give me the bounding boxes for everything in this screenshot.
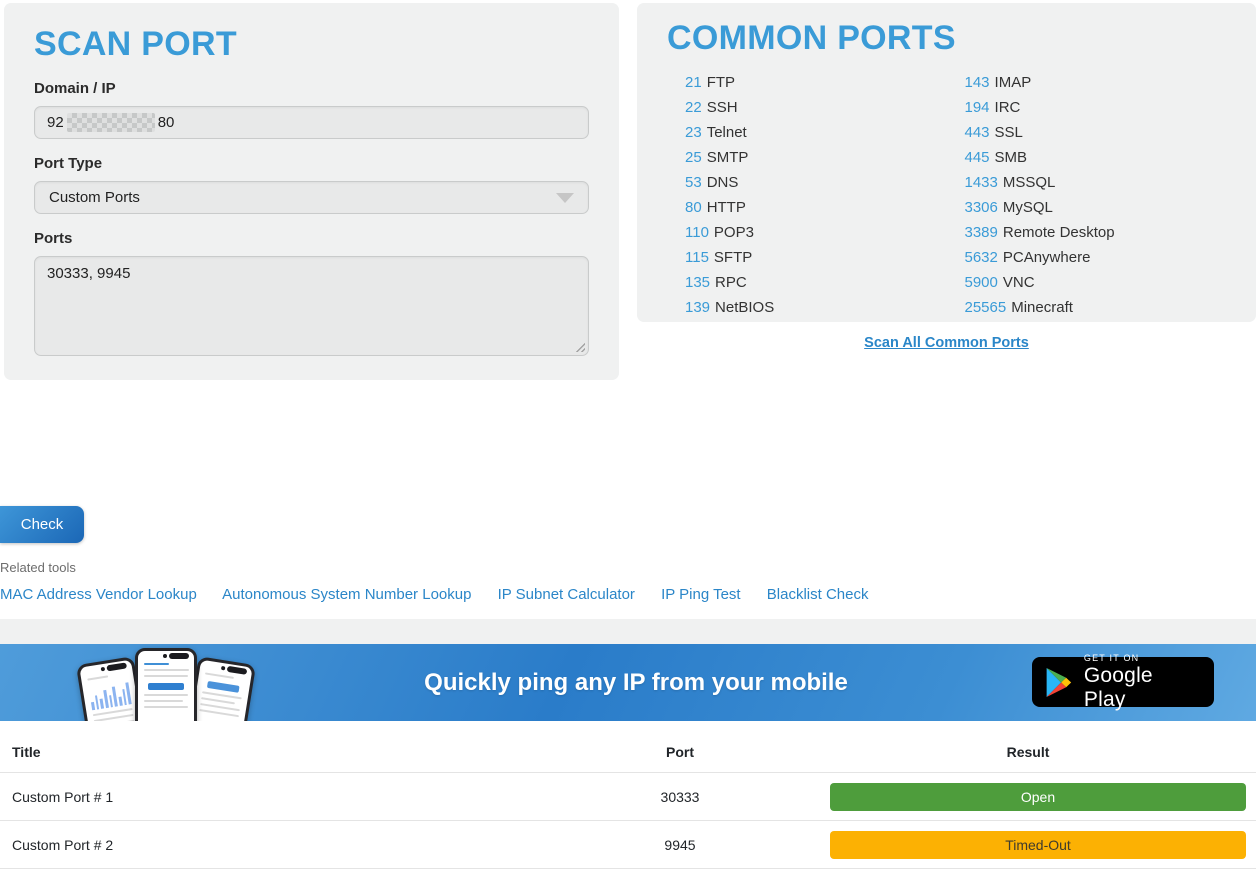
common-ports-column: COMMON PORTS 21FTP 22SSH 23Telnet 25SMTP… <box>637 3 1256 351</box>
port-type-label: Port Type <box>34 155 589 172</box>
row-title: Custom Port # 2 <box>0 837 560 853</box>
top-panels: SCAN PORT Domain / IP 92 80 Port Type Cu… <box>0 0 1256 380</box>
redacted-ip-segment <box>67 113 155 132</box>
google-play-badge-text: GET IT ON Google Play <box>1084 653 1200 712</box>
results-table-header: Title Port Result <box>0 721 1256 773</box>
common-port-item: 21FTP <box>685 70 947 95</box>
resize-handle-icon[interactable] <box>574 341 585 352</box>
google-play-icon <box>1046 668 1073 697</box>
domain-ip-input[interactable]: 92 80 <box>34 106 589 139</box>
link-autonomous-system-number-lookup[interactable]: Autonomous System Number Lookup <box>222 586 471 603</box>
chevron-down-icon <box>556 193 574 203</box>
common-port-item: 115SFTP <box>685 245 947 270</box>
domain-ip-value-suffix: 80 <box>158 114 175 131</box>
common-port-item: 143IMAP <box>965 70 1227 95</box>
common-port-item: 80HTTP <box>685 195 947 220</box>
common-port-item: 1433MSSQL <box>965 170 1227 195</box>
common-port-item: 139NetBIOS <box>685 295 947 320</box>
common-port-item: 25SMTP <box>685 145 947 170</box>
section-divider-strip <box>0 619 1256 644</box>
port-type-selected-value: Custom Ports <box>49 189 140 206</box>
domain-ip-value-prefix: 92 <box>47 114 64 131</box>
phone-mockup-middle <box>135 648 197 721</box>
common-port-item: 443SSL <box>965 120 1227 145</box>
scan-port-title: SCAN PORT <box>34 25 589 64</box>
scan-port-panel: SCAN PORT Domain / IP 92 80 Port Type Cu… <box>4 3 619 380</box>
common-port-item: 5900VNC <box>965 270 1227 295</box>
related-tools-label: Related tools <box>0 560 1256 575</box>
domain-ip-label: Domain / IP <box>34 80 589 97</box>
status-badge-open: Open <box>830 783 1246 811</box>
scan-all-common-ports-link[interactable]: Scan All Common Ports <box>637 335 1256 351</box>
port-type-select[interactable]: Custom Ports <box>34 181 589 214</box>
table-row: Custom Port # 1 30333 Open <box>0 773 1256 821</box>
promo-banner: Quickly ping any IP from your mobile GET… <box>0 644 1256 721</box>
common-port-item: 5632PCAnywhere <box>965 245 1227 270</box>
common-port-item: 135RPC <box>685 270 947 295</box>
related-tools-links: MAC Address Vendor Lookup Autonomous Sys… <box>0 586 1256 603</box>
common-ports-panel: COMMON PORTS 21FTP 22SSH 23Telnet 25SMTP… <box>637 3 1256 322</box>
google-play-text: Google Play <box>1084 664 1200 712</box>
common-port-item: 3389Remote Desktop <box>965 220 1227 245</box>
common-ports-left-column: 21FTP 22SSH 23Telnet 25SMTP 53DNS 80HTTP… <box>667 70 947 320</box>
common-port-item: 25565Minecraft <box>965 295 1227 320</box>
banner-headline: Quickly ping any IP from your mobile <box>424 669 848 697</box>
link-mac-address-vendor-lookup[interactable]: MAC Address Vendor Lookup <box>0 586 197 603</box>
mobile-app-phones-image <box>85 648 250 721</box>
link-blacklist-check[interactable]: Blacklist Check <box>767 586 869 603</box>
header-result: Result <box>800 744 1256 760</box>
header-port: Port <box>560 744 800 760</box>
common-port-item: 53DNS <box>685 170 947 195</box>
common-port-item: 110POP3 <box>685 220 947 245</box>
link-ip-subnet-calculator[interactable]: IP Subnet Calculator <box>498 586 635 603</box>
row-port: 30333 <box>560 789 800 805</box>
common-ports-title: COMMON PORTS <box>667 19 1226 58</box>
results-table: Title Port Result Custom Port # 1 30333 … <box>0 721 1256 869</box>
status-badge-timed-out: Timed-Out <box>830 831 1246 859</box>
common-ports-grid: 21FTP 22SSH 23Telnet 25SMTP 53DNS 80HTTP… <box>667 70 1226 320</box>
check-button[interactable]: Check <box>0 506 84 543</box>
google-play-badge[interactable]: GET IT ON Google Play <box>1032 657 1214 707</box>
ports-label: Ports <box>34 230 589 247</box>
row-port: 9945 <box>560 837 800 853</box>
common-ports-right-column: 143IMAP 194IRC 443SSL 445SMB 1433MSSQL 3… <box>947 70 1227 320</box>
common-port-item: 23Telnet <box>685 120 947 145</box>
common-port-item: 445SMB <box>965 145 1227 170</box>
ports-textarea[interactable]: 30333, 9945 <box>34 256 589 356</box>
row-title: Custom Port # 1 <box>0 789 560 805</box>
table-row: Custom Port # 2 9945 Timed-Out <box>0 821 1256 869</box>
get-it-on-text: GET IT ON <box>1084 653 1200 663</box>
common-port-item: 3306MySQL <box>965 195 1227 220</box>
header-title: Title <box>0 744 560 760</box>
common-port-item: 194IRC <box>965 95 1227 120</box>
ports-value: 30333, 9945 <box>47 265 130 282</box>
link-ip-ping-test[interactable]: IP Ping Test <box>661 586 741 603</box>
common-port-item: 22SSH <box>685 95 947 120</box>
